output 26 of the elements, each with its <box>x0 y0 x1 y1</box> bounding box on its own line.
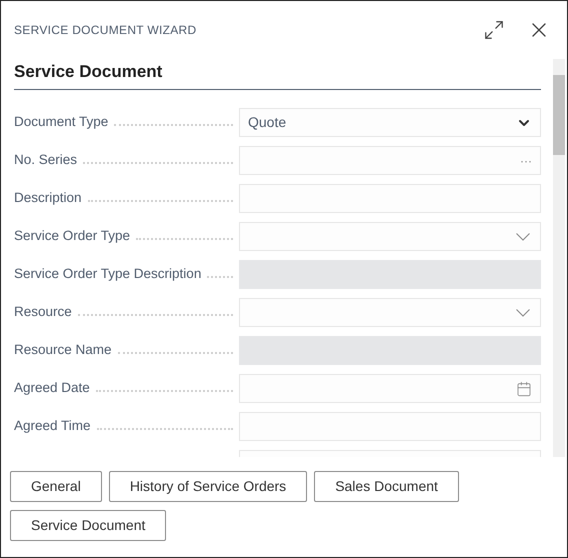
input-field[interactable] <box>239 184 541 213</box>
field-label: Resource Name <box>14 341 112 360</box>
field-label: Agreed Date <box>14 379 90 398</box>
field-label: Document Type <box>14 113 108 132</box>
date-field[interactable] <box>239 374 541 403</box>
field-label: Service Order Type <box>14 227 130 246</box>
calendar-icon <box>516 380 532 396</box>
action-button[interactable]: History of Service Orders <box>108 471 308 502</box>
field-label: Agreed Time <box>14 417 91 436</box>
field-label: No. Series <box>14 151 78 170</box>
action-button[interactable]: Sales Document <box>314 471 459 502</box>
field-label: Description <box>14 189 82 208</box>
action-button[interactable]: General <box>10 471 102 502</box>
scrollbar[interactable] <box>553 59 565 457</box>
action-button[interactable]: Service Document <box>10 510 166 541</box>
window-title: SERVICE DOCUMENT WIZARD <box>14 22 196 39</box>
select-field[interactable] <box>239 298 541 327</box>
section-title: Service Document <box>14 62 162 81</box>
chevron-down-icon <box>516 308 530 316</box>
select-field[interactable] <box>239 222 541 251</box>
chevron-down-icon <box>516 232 530 240</box>
expand-icon[interactable] <box>483 19 505 41</box>
field-label: Service Order Type Description <box>14 265 202 284</box>
field-label: Resource <box>14 303 72 322</box>
input-field[interactable] <box>239 412 541 441</box>
select-field[interactable]: Quote <box>239 108 541 137</box>
